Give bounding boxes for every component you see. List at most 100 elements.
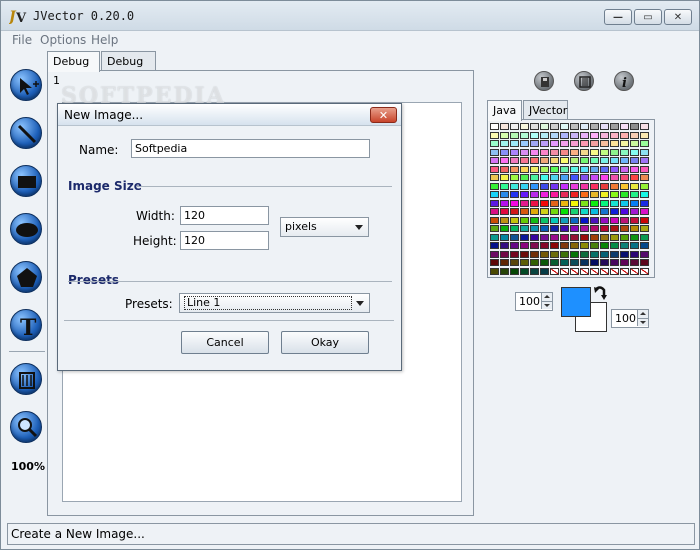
palette-swatch[interactable] xyxy=(500,233,509,241)
palette-swatch[interactable] xyxy=(510,131,519,139)
palette-swatch[interactable] xyxy=(590,174,599,181)
palette-swatch[interactable] xyxy=(490,250,499,258)
palette-swatch[interactable] xyxy=(560,140,569,147)
palette-swatch[interactable] xyxy=(630,233,639,241)
palette-swatch[interactable] xyxy=(610,148,619,156)
palette-swatch[interactable] xyxy=(530,174,539,181)
palette-swatch[interactable] xyxy=(550,233,559,241)
palette-swatch[interactable] xyxy=(630,250,639,258)
zoom-tool[interactable] xyxy=(10,411,42,443)
spinner-up-icon[interactable] xyxy=(637,310,648,318)
palette-swatch[interactable] xyxy=(540,157,549,164)
palette-swatch[interactable] xyxy=(510,199,519,207)
palette-swatch[interactable] xyxy=(530,182,539,190)
foreground-color-swatch[interactable] xyxy=(561,287,591,317)
palette-swatch[interactable] xyxy=(640,242,649,249)
palette-swatch[interactable] xyxy=(550,267,559,275)
palette-swatch[interactable] xyxy=(530,216,539,224)
palette-swatch[interactable] xyxy=(630,165,639,173)
palette-swatch[interactable] xyxy=(590,157,599,164)
palette-swatch[interactable] xyxy=(550,225,559,232)
palette-swatch[interactable] xyxy=(570,148,579,156)
palette-swatch[interactable] xyxy=(520,140,529,147)
presets-select[interactable]: Line 1 xyxy=(179,293,370,313)
palette-swatch[interactable] xyxy=(520,182,529,190)
palette-swatch[interactable] xyxy=(500,165,509,173)
palette-swatch[interactable] xyxy=(600,191,609,198)
palette-swatch[interactable] xyxy=(510,165,519,173)
palette-swatch[interactable] xyxy=(530,140,539,147)
palette-swatch[interactable] xyxy=(520,131,529,139)
palette-swatch[interactable] xyxy=(510,267,519,275)
info-button[interactable]: i xyxy=(614,71,634,91)
palette-swatch[interactable] xyxy=(540,174,549,181)
palette-swatch[interactable] xyxy=(620,182,629,190)
palette-swatch[interactable] xyxy=(630,182,639,190)
palette-swatch[interactable] xyxy=(490,182,499,190)
palette-swatch[interactable] xyxy=(580,182,589,190)
palette-swatch[interactable] xyxy=(640,140,649,147)
palette-swatch[interactable] xyxy=(560,165,569,173)
palette-swatch[interactable] xyxy=(620,123,629,130)
palette-swatch[interactable] xyxy=(590,140,599,147)
palette-swatch[interactable] xyxy=(640,216,649,224)
height-input[interactable]: 120 xyxy=(180,231,269,250)
palette-swatch[interactable] xyxy=(570,157,579,164)
palette-swatch[interactable] xyxy=(600,140,609,147)
delete-tool[interactable] xyxy=(10,363,42,395)
minimize-button[interactable]: — xyxy=(604,9,632,25)
tab-jvector[interactable]: JVector xyxy=(523,100,568,120)
palette-swatch[interactable] xyxy=(600,182,609,190)
palette-swatch[interactable] xyxy=(550,123,559,130)
palette-swatch[interactable] xyxy=(630,157,639,164)
width-input[interactable]: 120 xyxy=(180,206,269,225)
palette-swatch[interactable] xyxy=(520,157,529,164)
palette-swatch[interactable] xyxy=(600,157,609,164)
palette-swatch[interactable] xyxy=(540,225,549,232)
palette-swatch[interactable] xyxy=(580,225,589,232)
palette-swatch[interactable] xyxy=(640,199,649,207)
palette-swatch[interactable] xyxy=(590,267,599,275)
palette-swatch[interactable] xyxy=(560,233,569,241)
palette-swatch[interactable] xyxy=(510,182,519,190)
palette-swatch[interactable] xyxy=(620,267,629,275)
palette-swatch[interactable] xyxy=(500,267,509,275)
palette-swatch[interactable] xyxy=(620,233,629,241)
palette-swatch[interactable] xyxy=(600,199,609,207)
palette-swatch[interactable] xyxy=(520,174,529,181)
palette-swatch[interactable] xyxy=(550,157,559,164)
palette-swatch[interactable] xyxy=(530,250,539,258)
palette-swatch[interactable] xyxy=(600,148,609,156)
palette-swatch[interactable] xyxy=(580,140,589,147)
palette-swatch[interactable] xyxy=(580,259,589,266)
palette-swatch[interactable] xyxy=(610,157,619,164)
palette-swatch[interactable] xyxy=(560,250,569,258)
palette-swatch[interactable] xyxy=(570,199,579,207)
palette-swatch[interactable] xyxy=(550,216,559,224)
palette-swatch[interactable] xyxy=(550,199,559,207)
palette-swatch[interactable] xyxy=(570,191,579,198)
palette-swatch[interactable] xyxy=(510,250,519,258)
palette-swatch[interactable] xyxy=(570,174,579,181)
palette-swatch[interactable] xyxy=(560,225,569,232)
palette-swatch[interactable] xyxy=(620,242,629,249)
palette-swatch[interactable] xyxy=(530,131,539,139)
palette-swatch[interactable] xyxy=(510,174,519,181)
palette-swatch[interactable] xyxy=(510,242,519,249)
palette-swatch[interactable] xyxy=(570,123,579,130)
maximize-button[interactable]: ▭ xyxy=(634,9,662,25)
palette-swatch[interactable] xyxy=(580,199,589,207)
palette-swatch[interactable] xyxy=(500,208,509,215)
palette-swatch[interactable] xyxy=(610,233,619,241)
palette-swatch[interactable] xyxy=(520,242,529,249)
palette-swatch[interactable] xyxy=(590,250,599,258)
palette-swatch[interactable] xyxy=(550,131,559,139)
palette-swatch[interactable] xyxy=(580,242,589,249)
spinner-up-icon[interactable] xyxy=(541,293,552,301)
palette-swatch[interactable] xyxy=(590,148,599,156)
menu-help[interactable]: Help xyxy=(91,33,118,47)
palette-swatch[interactable] xyxy=(520,216,529,224)
palette-swatch[interactable] xyxy=(610,123,619,130)
palette-swatch[interactable] xyxy=(560,131,569,139)
palette-swatch[interactable] xyxy=(500,225,509,232)
